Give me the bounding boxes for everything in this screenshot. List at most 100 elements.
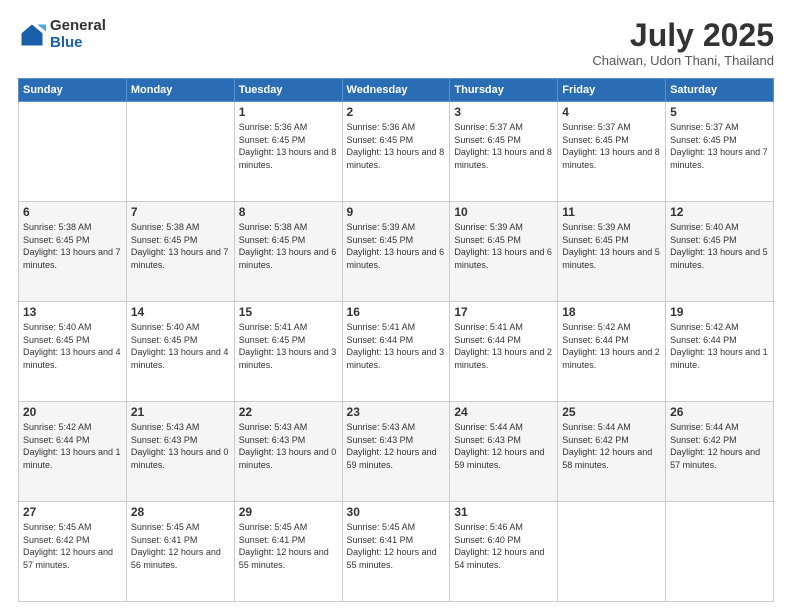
day-info: Sunrise: 5:38 AM Sunset: 6:45 PM Dayligh… [131, 221, 230, 271]
day-info: Sunrise: 5:46 AM Sunset: 6:40 PM Dayligh… [454, 521, 553, 571]
day-number: 20 [23, 405, 122, 419]
day-info: Sunrise: 5:41 AM Sunset: 6:45 PM Dayligh… [239, 321, 338, 371]
calendar-cell: 24 Sunrise: 5:44 AM Sunset: 6:43 PM Dayli… [450, 402, 558, 502]
calendar-week-1: 1Sunrise: 5:36 AM Sunset: 6:45 PM Daylig… [19, 102, 774, 202]
day-number: 25 [562, 405, 661, 419]
calendar-cell [19, 102, 127, 202]
day-info: Sunrise: 5:44 AM Sunset: 6:42 PM Dayligh… [670, 421, 769, 471]
day-number: 12 [670, 205, 769, 219]
calendar-cell: 7 Sunrise: 5:38 AM Sunset: 6:45 PM Daylig… [126, 202, 234, 302]
calendar-cell: 18Sunrise: 5:42 AM Sunset: 6:44 PM Dayli… [558, 302, 666, 402]
day-number: 26 [670, 405, 769, 419]
day-number: 28 [131, 505, 230, 519]
calendar-cell: 29 Sunrise: 5:45 AM Sunset: 6:41 PM Dayli… [234, 502, 342, 602]
day-info: Sunrise: 5:44 AM Sunset: 6:42 PM Dayligh… [562, 421, 661, 471]
day-number: 7 [131, 205, 230, 219]
calendar-cell: 10Sunrise: 5:39 AM Sunset: 6:45 PM Dayli… [450, 202, 558, 302]
day-number: 4 [562, 105, 661, 119]
calendar-week-2: 6 Sunrise: 5:38 AM Sunset: 6:45 PM Daylig… [19, 202, 774, 302]
day-info: Sunrise: 5:36 AM Sunset: 6:45 PM Dayligh… [239, 121, 338, 171]
day-number: 3 [454, 105, 553, 119]
day-info: Sunrise: 5:45 AM Sunset: 6:41 PM Dayligh… [131, 521, 230, 571]
day-number: 27 [23, 505, 122, 519]
day-info: Sunrise: 5:39 AM Sunset: 6:45 PM Dayligh… [454, 221, 553, 271]
day-info: Sunrise: 5:38 AM Sunset: 6:45 PM Dayligh… [23, 221, 122, 271]
day-info: Sunrise: 5:45 AM Sunset: 6:41 PM Dayligh… [347, 521, 446, 571]
calendar-cell: 20 Sunrise: 5:42 AM Sunset: 6:44 PM Dayli… [19, 402, 127, 502]
day-number: 13 [23, 305, 122, 319]
calendar-cell: 17Sunrise: 5:41 AM Sunset: 6:44 PM Dayli… [450, 302, 558, 402]
weekday-header-friday: Friday [558, 79, 666, 102]
day-number: 16 [347, 305, 446, 319]
day-number: 30 [347, 505, 446, 519]
calendar-cell: 4 Sunrise: 5:37 AM Sunset: 6:45 PM Daylig… [558, 102, 666, 202]
day-info: Sunrise: 5:43 AM Sunset: 6:43 PM Dayligh… [131, 421, 230, 471]
day-info: Sunrise: 5:39 AM Sunset: 6:45 PM Dayligh… [347, 221, 446, 271]
day-info: Sunrise: 5:37 AM Sunset: 6:45 PM Dayligh… [454, 121, 553, 171]
calendar-cell: 16Sunrise: 5:41 AM Sunset: 6:44 PM Dayli… [342, 302, 450, 402]
weekday-header-monday: Monday [126, 79, 234, 102]
calendar-week-4: 20 Sunrise: 5:42 AM Sunset: 6:44 PM Dayli… [19, 402, 774, 502]
day-info: Sunrise: 5:37 AM Sunset: 6:45 PM Dayligh… [670, 121, 769, 171]
calendar-cell: 21 Sunrise: 5:43 AM Sunset: 6:43 PM Dayli… [126, 402, 234, 502]
calendar-cell: 2 Sunrise: 5:36 AM Sunset: 6:45 PM Daylig… [342, 102, 450, 202]
day-number: 19 [670, 305, 769, 319]
day-info: Sunrise: 5:42 AM Sunset: 6:44 PM Dayligh… [562, 321, 661, 371]
calendar-cell: 28 Sunrise: 5:45 AM Sunset: 6:41 PM Dayli… [126, 502, 234, 602]
day-info: Sunrise: 5:42 AM Sunset: 6:44 PM Dayligh… [23, 421, 122, 471]
calendar-cell: 15 Sunrise: 5:41 AM Sunset: 6:45 PM Dayli… [234, 302, 342, 402]
day-number: 9 [347, 205, 446, 219]
day-number: 15 [239, 305, 338, 319]
calendar-cell: 25 Sunrise: 5:44 AM Sunset: 6:42 PM Dayli… [558, 402, 666, 502]
day-info: Sunrise: 5:40 AM Sunset: 6:45 PM Dayligh… [670, 221, 769, 271]
calendar-title: July 2025 [592, 18, 774, 53]
day-number: 21 [131, 405, 230, 419]
day-info: Sunrise: 5:45 AM Sunset: 6:41 PM Dayligh… [239, 521, 338, 571]
calendar-cell: 14 Sunrise: 5:40 AM Sunset: 6:45 PM Dayli… [126, 302, 234, 402]
day-number: 5 [670, 105, 769, 119]
day-number: 31 [454, 505, 553, 519]
calendar-cell [126, 102, 234, 202]
day-info: Sunrise: 5:36 AM Sunset: 6:45 PM Dayligh… [347, 121, 446, 171]
calendar-cell: 22Sunrise: 5:43 AM Sunset: 6:43 PM Dayli… [234, 402, 342, 502]
day-number: 29 [239, 505, 338, 519]
day-info: Sunrise: 5:43 AM Sunset: 6:43 PM Dayligh… [347, 421, 446, 471]
day-number: 2 [347, 105, 446, 119]
day-info: Sunrise: 5:42 AM Sunset: 6:44 PM Dayligh… [670, 321, 769, 371]
day-number: 8 [239, 205, 338, 219]
day-number: 24 [454, 405, 553, 419]
day-number: 11 [562, 205, 661, 219]
logo-general-text: General [50, 18, 106, 35]
calendar-cell [666, 502, 774, 602]
logo-blue-text: Blue [50, 35, 106, 52]
calendar-cell: 12 Sunrise: 5:40 AM Sunset: 6:45 PM Dayli… [666, 202, 774, 302]
calendar-cell [558, 502, 666, 602]
day-number: 23 [347, 405, 446, 419]
page: General Blue July 2025 Chaiwan, Udon Tha… [0, 0, 792, 612]
day-info: Sunrise: 5:37 AM Sunset: 6:45 PM Dayligh… [562, 121, 661, 171]
day-number: 14 [131, 305, 230, 319]
day-info: Sunrise: 5:40 AM Sunset: 6:45 PM Dayligh… [23, 321, 122, 371]
calendar-cell: 1Sunrise: 5:36 AM Sunset: 6:45 PM Daylig… [234, 102, 342, 202]
calendar-cell: 6 Sunrise: 5:38 AM Sunset: 6:45 PM Daylig… [19, 202, 127, 302]
calendar-cell: 19 Sunrise: 5:42 AM Sunset: 6:44 PM Dayli… [666, 302, 774, 402]
calendar-location: Chaiwan, Udon Thani, Thailand [592, 53, 774, 68]
header: General Blue July 2025 Chaiwan, Udon Tha… [18, 18, 774, 68]
calendar-week-5: 27Sunrise: 5:45 AM Sunset: 6:42 PM Dayli… [19, 502, 774, 602]
calendar-cell: 3 Sunrise: 5:37 AM Sunset: 6:45 PM Daylig… [450, 102, 558, 202]
calendar-cell: 11Sunrise: 5:39 AM Sunset: 6:45 PM Dayli… [558, 202, 666, 302]
day-info: Sunrise: 5:43 AM Sunset: 6:43 PM Dayligh… [239, 421, 338, 471]
weekday-header-thursday: Thursday [450, 79, 558, 102]
weekday-header-wednesday: Wednesday [342, 79, 450, 102]
weekday-header-tuesday: Tuesday [234, 79, 342, 102]
day-number: 6 [23, 205, 122, 219]
day-info: Sunrise: 5:44 AM Sunset: 6:43 PM Dayligh… [454, 421, 553, 471]
calendar-cell: 23 Sunrise: 5:43 AM Sunset: 6:43 PM Dayli… [342, 402, 450, 502]
calendar-table: SundayMondayTuesdayWednesdayThursdayFrid… [18, 78, 774, 602]
day-info: Sunrise: 5:40 AM Sunset: 6:45 PM Dayligh… [131, 321, 230, 371]
weekday-header-saturday: Saturday [666, 79, 774, 102]
day-number: 17 [454, 305, 553, 319]
calendar-cell: 5 Sunrise: 5:37 AM Sunset: 6:45 PM Daylig… [666, 102, 774, 202]
title-block: July 2025 Chaiwan, Udon Thani, Thailand [592, 18, 774, 68]
calendar-cell: 13 Sunrise: 5:40 AM Sunset: 6:45 PM Dayli… [19, 302, 127, 402]
